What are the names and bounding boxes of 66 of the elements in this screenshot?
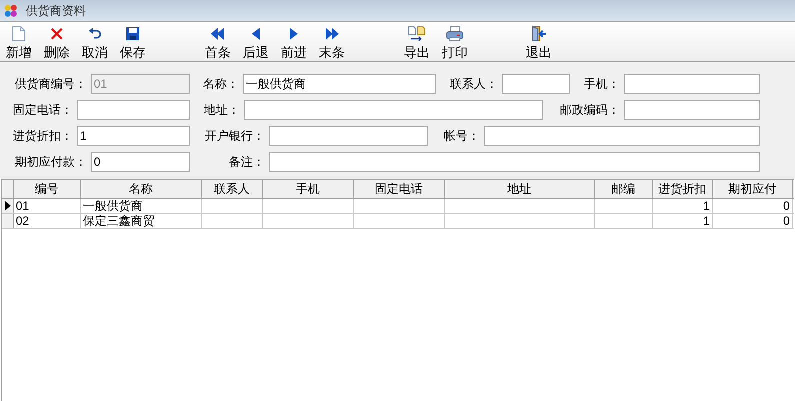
save-icon [126,26,140,40]
table-cell: 0 [713,214,793,228]
field-label: 地址： [204,102,240,119]
column-header[interactable]: 联系人 [202,180,263,198]
column-header[interactable]: 期初应付 [713,180,793,198]
table-cell: 1 [653,199,713,213]
first-icon [210,26,226,40]
toolbar-button[interactable]: 新增 [0,22,38,60]
toolbar-button[interactable]: 删除 [38,22,76,60]
column-header[interactable]: 邮编 [595,180,653,198]
input-field[interactable] [624,100,760,120]
column-header[interactable]: 编号 [14,180,81,198]
toolbar-button[interactable]: 退出 [520,22,558,60]
table-cell: 0 [713,199,793,213]
row-pointer-icon [4,201,10,211]
toolbar-button[interactable]: 打印 [436,22,474,60]
input-field[interactable] [244,100,543,120]
input-field[interactable] [269,126,428,146]
row-header[interactable] [2,199,14,213]
column-header[interactable]: 地址 [445,180,595,198]
input-field[interactable] [269,152,760,172]
field-label: 备注： [229,154,265,171]
undo-icon [88,28,102,40]
exit-door-icon [531,26,547,42]
input-field[interactable] [624,74,760,94]
input-field[interactable] [77,100,190,120]
field-label: 手机： [584,76,620,93]
input-field[interactable] [502,74,570,94]
field-label: 帐号： [444,128,480,145]
toolbar-button[interactable]: 末条 [313,22,351,60]
toolbar-button[interactable]: 保存 [114,22,152,60]
table-cell: 01 [14,199,81,213]
toolbar-button[interactable]: 取消 [76,22,114,60]
field-label: 供货商编号： [15,76,87,93]
field-label: 进货折扣： [13,128,73,145]
last-icon [324,26,340,40]
table-cell: 02 [14,214,81,228]
column-header[interactable]: 固定电话 [354,180,445,198]
field-label: 联系人： [450,76,498,93]
input-field[interactable]: 1 [77,126,190,146]
table-cell: 1 [653,214,713,228]
toolbar-button[interactable]: 导出 [398,22,436,60]
printer-icon [446,26,464,42]
delete-icon [50,26,64,40]
export-icon [408,26,426,42]
table-cell: 保定三鑫商贸 [81,214,202,228]
toolbar-button[interactable]: 前进 [275,22,313,60]
toolbar-button[interactable]: 首条 [199,22,237,60]
field-label: 期初应付款： [15,154,87,171]
table-cell: 一般供货商 [81,199,202,213]
document-icon [12,26,26,42]
field-label: 开户银行： [205,128,265,145]
column-header[interactable]: 名称 [81,180,202,198]
app-logo-icon [4,4,18,18]
input-field[interactable] [484,126,760,146]
column-header[interactable]: 进货折扣 [653,180,713,198]
previous-icon [251,26,261,40]
field-label: 名称： [203,76,239,93]
window-title: 供货商资料 [26,2,86,20]
toolbar-button[interactable]: 后退 [237,22,275,60]
input-field[interactable]: 0 [91,152,190,172]
input-field[interactable]: 一般供货商 [243,74,436,94]
next-icon [289,26,299,40]
field-label: 邮政编码： [560,102,620,119]
column-header[interactable]: 手机 [263,180,354,198]
field-label: 固定电话： [13,102,73,119]
